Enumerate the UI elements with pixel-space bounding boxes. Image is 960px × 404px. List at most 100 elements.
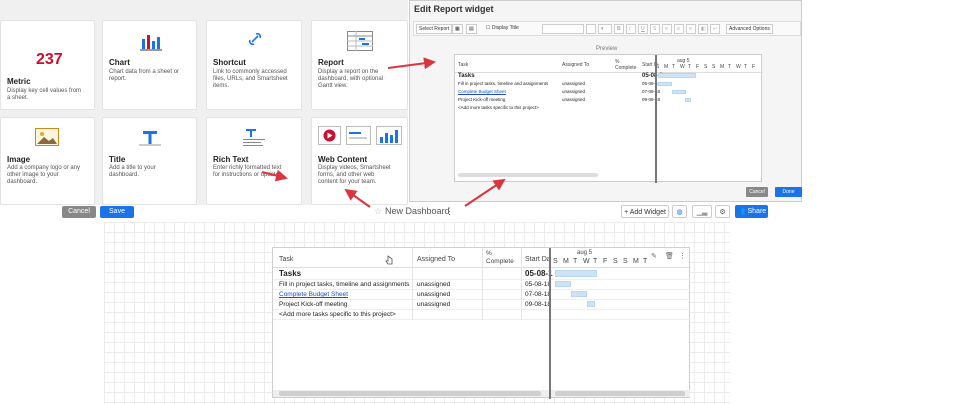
metric-title: Metric: [7, 77, 31, 86]
title-desc-1: Add a title to your: [109, 165, 156, 171]
gantt-day-9: T: [728, 64, 732, 70]
fill-icon[interactable]: ◧: [698, 24, 708, 34]
col-start: Start Da: [525, 256, 551, 263]
gear-icon[interactable]: ⚙: [715, 205, 730, 218]
gantt-day-10: W: [736, 64, 741, 70]
web-content-desc-1: Display videos, Smartsheet: [318, 165, 391, 171]
align-center-icon[interactable]: ≡: [674, 24, 684, 34]
row-1-assigned: unassigned: [417, 281, 451, 288]
web-content-title: Web Content: [318, 155, 368, 164]
chart-desc-2: report.: [109, 76, 127, 82]
chart-icon[interactable]: ▁▃: [692, 205, 712, 218]
col-complete-1: %: [486, 250, 492, 257]
col-sep-1: [412, 248, 413, 320]
preview-split-divider[interactable]: [655, 55, 657, 183]
select-report-button[interactable]: Select Report: [416, 24, 453, 34]
cursor-hand-icon: [385, 255, 393, 265]
dashboard-name[interactable]: New Dashboard: [385, 206, 450, 216]
row-3-task: Project Kick-off meeting: [279, 301, 348, 308]
row-2-task[interactable]: Complete Budget Sheet: [279, 291, 348, 298]
gantt-day-6: S: [613, 258, 618, 265]
gantt-day-2: T: [672, 64, 676, 70]
image-card[interactable]: Image Add a company logo or any other im…: [0, 117, 95, 205]
display-title-checkbox[interactable]: ☐ Display Title: [484, 24, 521, 34]
preview-col-task: Task: [458, 62, 469, 68]
edit-report-widget-dialog: Edit Report widget Select Report ▦ ▤ ☐ D…: [409, 0, 802, 202]
advanced-options-button[interactable]: Advanced Options: [726, 24, 773, 34]
report-table-icon: [347, 31, 373, 51]
preview-scrollbar[interactable]: [458, 173, 598, 177]
add-widget-button[interactable]: + Add Widget: [621, 205, 669, 218]
gantt-day-4: T: [688, 64, 692, 70]
web-content-icon: [318, 126, 402, 145]
title-widget-title: Title: [109, 155, 126, 164]
grid-scroll-thumb[interactable]: [279, 391, 541, 396]
shortcut-card[interactable]: Shortcut Link to commonly accessed files…: [206, 20, 302, 110]
widget-menu-icon[interactable]: ⋮: [679, 252, 686, 260]
italic-icon[interactable]: I: [626, 24, 636, 34]
gantt-day-1: M: [664, 64, 669, 70]
gantt-scroll-thumb[interactable]: [555, 391, 685, 396]
metric-value: 237: [36, 51, 63, 68]
row-1-start: 05-08-18: [525, 281, 552, 288]
shortcut-title: Shortcut: [213, 58, 246, 67]
dialog-done-button[interactable]: Done: [775, 187, 802, 197]
dialog-cancel-button[interactable]: Cancel: [746, 187, 768, 197]
gantt-day-7: S: [712, 64, 716, 70]
save-button[interactable]: Save: [100, 206, 134, 218]
gantt-day-8: M: [720, 64, 725, 70]
col-assigned: Assigned To: [417, 256, 456, 263]
preview-row-0-task: Tasks: [458, 73, 475, 79]
dashboard-canvas[interactable]: Task Assigned To % Complete Start Da aug…: [104, 222, 730, 404]
gantt-week: aug 5: [577, 250, 593, 256]
preview-row-2-task[interactable]: Complete Budget Sheet: [458, 89, 506, 94]
web-content-card[interactable]: Web Content Display videos, Smartsheet f…: [311, 117, 408, 205]
chart-card[interactable]: Chart Chart data from a sheet or report.: [102, 20, 197, 110]
underline-icon[interactable]: U: [638, 24, 648, 34]
preview-col-complete-2: Complete: [615, 65, 637, 71]
image-icon: [35, 128, 59, 146]
gantt-bar-0: [555, 270, 597, 277]
gantt-day-5: F: [696, 64, 700, 70]
report-widget[interactable]: Task Assigned To % Complete Start Da aug…: [272, 247, 691, 399]
globe-icon[interactable]: ◍: [672, 205, 687, 218]
title-card[interactable]: Title Add a title to your dashboard.: [102, 117, 197, 205]
font-select[interactable]: [542, 24, 584, 34]
edit-pencil-icon[interactable]: ✎: [651, 252, 657, 260]
align-left-icon[interactable]: ≡: [662, 24, 672, 34]
rich-text-desc-1: Enter richly formatted text: [213, 165, 282, 171]
cancel-button[interactable]: Cancel: [62, 206, 96, 218]
share-button[interactable]: 👥 Share: [735, 205, 768, 218]
bold-icon[interactable]: B: [614, 24, 624, 34]
shortcut-desc-3: items.: [213, 83, 230, 89]
wrap-icon[interactable]: ↵: [710, 24, 720, 34]
metric-card[interactable]: 237 Metric Display key cell values from …: [0, 20, 95, 110]
gantt-day-9: T: [643, 258, 648, 265]
row-2-assigned: unassigned: [417, 291, 451, 298]
grid-scrollbar[interactable]: [273, 390, 549, 397]
metric-desc-1: Display key cell values from: [7, 88, 82, 94]
report-card[interactable]: Report Display a report on the dashboard…: [311, 20, 408, 110]
link-icon: [248, 32, 262, 46]
gantt-day-5: F: [603, 258, 608, 265]
preview-row-1-assigned: unassigned: [562, 81, 586, 86]
share-label: Share: [747, 208, 767, 215]
gantt-split-divider[interactable]: [549, 248, 551, 399]
format-buttons[interactable]: ▾: [598, 24, 612, 34]
gantt-scrollbar[interactable]: [551, 390, 690, 397]
align-right-icon[interactable]: ≡: [686, 24, 696, 34]
star-icon[interactable]: ☆: [374, 206, 382, 217]
preview-col-assigned: Assigned To: [562, 62, 590, 68]
row-3-start: 09-08-18: [525, 301, 552, 308]
title-t-icon: [139, 131, 161, 146]
preview-gantt-bar-2: [672, 90, 686, 94]
size-select[interactable]: [586, 24, 596, 34]
strike-icon[interactable]: S: [650, 24, 660, 34]
preview-row-3-task: Project Kick-off meeting: [458, 97, 506, 102]
trash-icon[interactable]: 🗑: [665, 252, 674, 260]
widget-gallery: 237 Metric Display key cell values from …: [0, 0, 408, 205]
format-icon[interactable]: ▦: [452, 24, 463, 34]
dashboard-menu-icon[interactable]: ⋮: [445, 206, 454, 217]
rich-text-card[interactable]: Rich Text Enter richly formatted text fo…: [206, 117, 302, 205]
color-icon[interactable]: ▤: [466, 24, 477, 34]
